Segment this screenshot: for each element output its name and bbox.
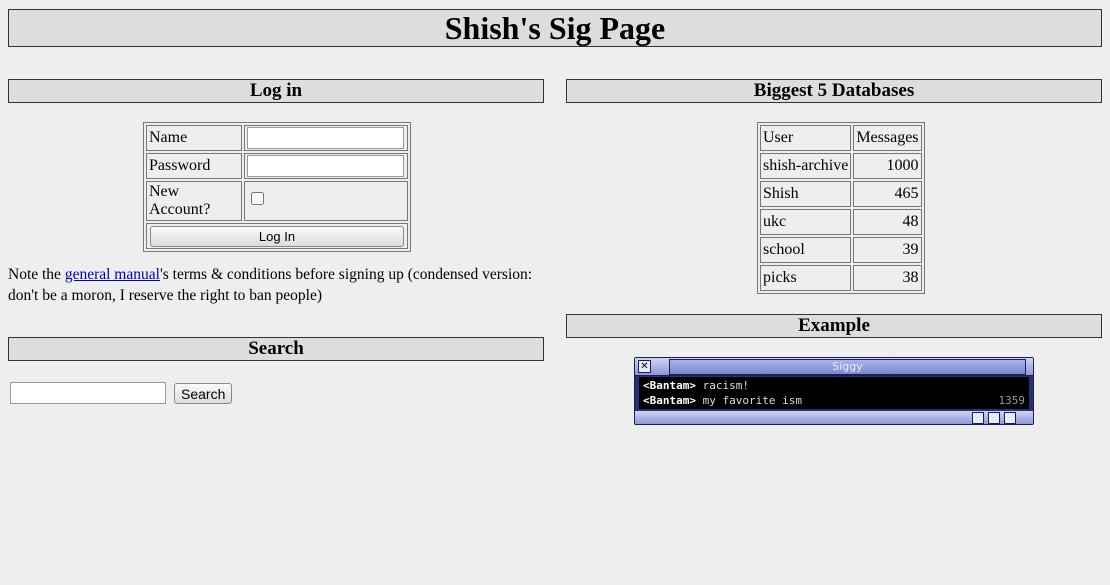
column-header-user: User [760,125,852,151]
table-row: picks 38 [760,265,922,291]
password-label: Password [146,153,242,179]
terms-note: Note the general manual's terms & condit… [8,266,533,304]
databases-heading: Biggest 5 Databases [566,79,1102,103]
cell-user: picks [760,265,852,291]
table-row: shish-archive 1000 [760,153,922,179]
widget-titlebar: ✕ Siggy [635,358,1033,376]
table-row: ukc 48 [760,209,922,235]
widget-bottombar [635,411,1033,424]
widget-display: <Bantam> racism! <Bantam> my favorite is… [639,377,1029,409]
cell-messages: 48 [853,209,922,235]
message-line: <Bantam> racism! [643,379,749,392]
siggy-widget-example: ✕ Siggy <Bantam> racism! <Bantam> my fav… [634,357,1034,425]
cell-messages: 1000 [853,153,922,179]
cell-user: Shish [760,181,852,207]
general-manual-link[interactable]: general manual [65,266,160,283]
login-heading: Log in [8,79,544,103]
name-field[interactable] [247,127,404,149]
new-account-checkbox[interactable] [251,192,264,205]
cell-messages: 39 [853,237,922,263]
message-line: <Bantam> my favorite ism [643,394,802,407]
search-button[interactable]: Search [174,383,233,404]
column-header-messages: Messages [853,125,922,151]
widget-button-icon [988,412,1000,424]
table-row: school 39 [760,237,922,263]
table-row: Shish 465 [760,181,922,207]
page-title: Shish's Sig Page [8,9,1102,47]
search-heading: Search [8,337,544,361]
cell-messages: 465 [853,181,922,207]
widget-button-icon [972,412,984,424]
password-field[interactable] [247,155,404,177]
table-header-row: User Messages [760,125,922,151]
new-account-label: New Account? [146,181,242,221]
name-label: Name [146,125,242,151]
search-input[interactable] [10,382,166,404]
close-icon: ✕ [638,360,651,373]
message-counter: 1359 [998,394,1026,407]
cell-user: school [760,237,852,263]
cell-user: shish-archive [760,153,852,179]
login-form: Name Password New Account? Log In [143,122,411,252]
login-button[interactable]: Log In [150,225,404,247]
example-heading: Example [566,314,1102,338]
widget-button-icon [1004,412,1016,424]
databases-table: User Messages shish-archive 1000 Shish 4… [757,122,925,294]
widget-title: Siggy [669,359,1026,375]
cell-messages: 38 [853,265,922,291]
cell-user: ukc [760,209,852,235]
